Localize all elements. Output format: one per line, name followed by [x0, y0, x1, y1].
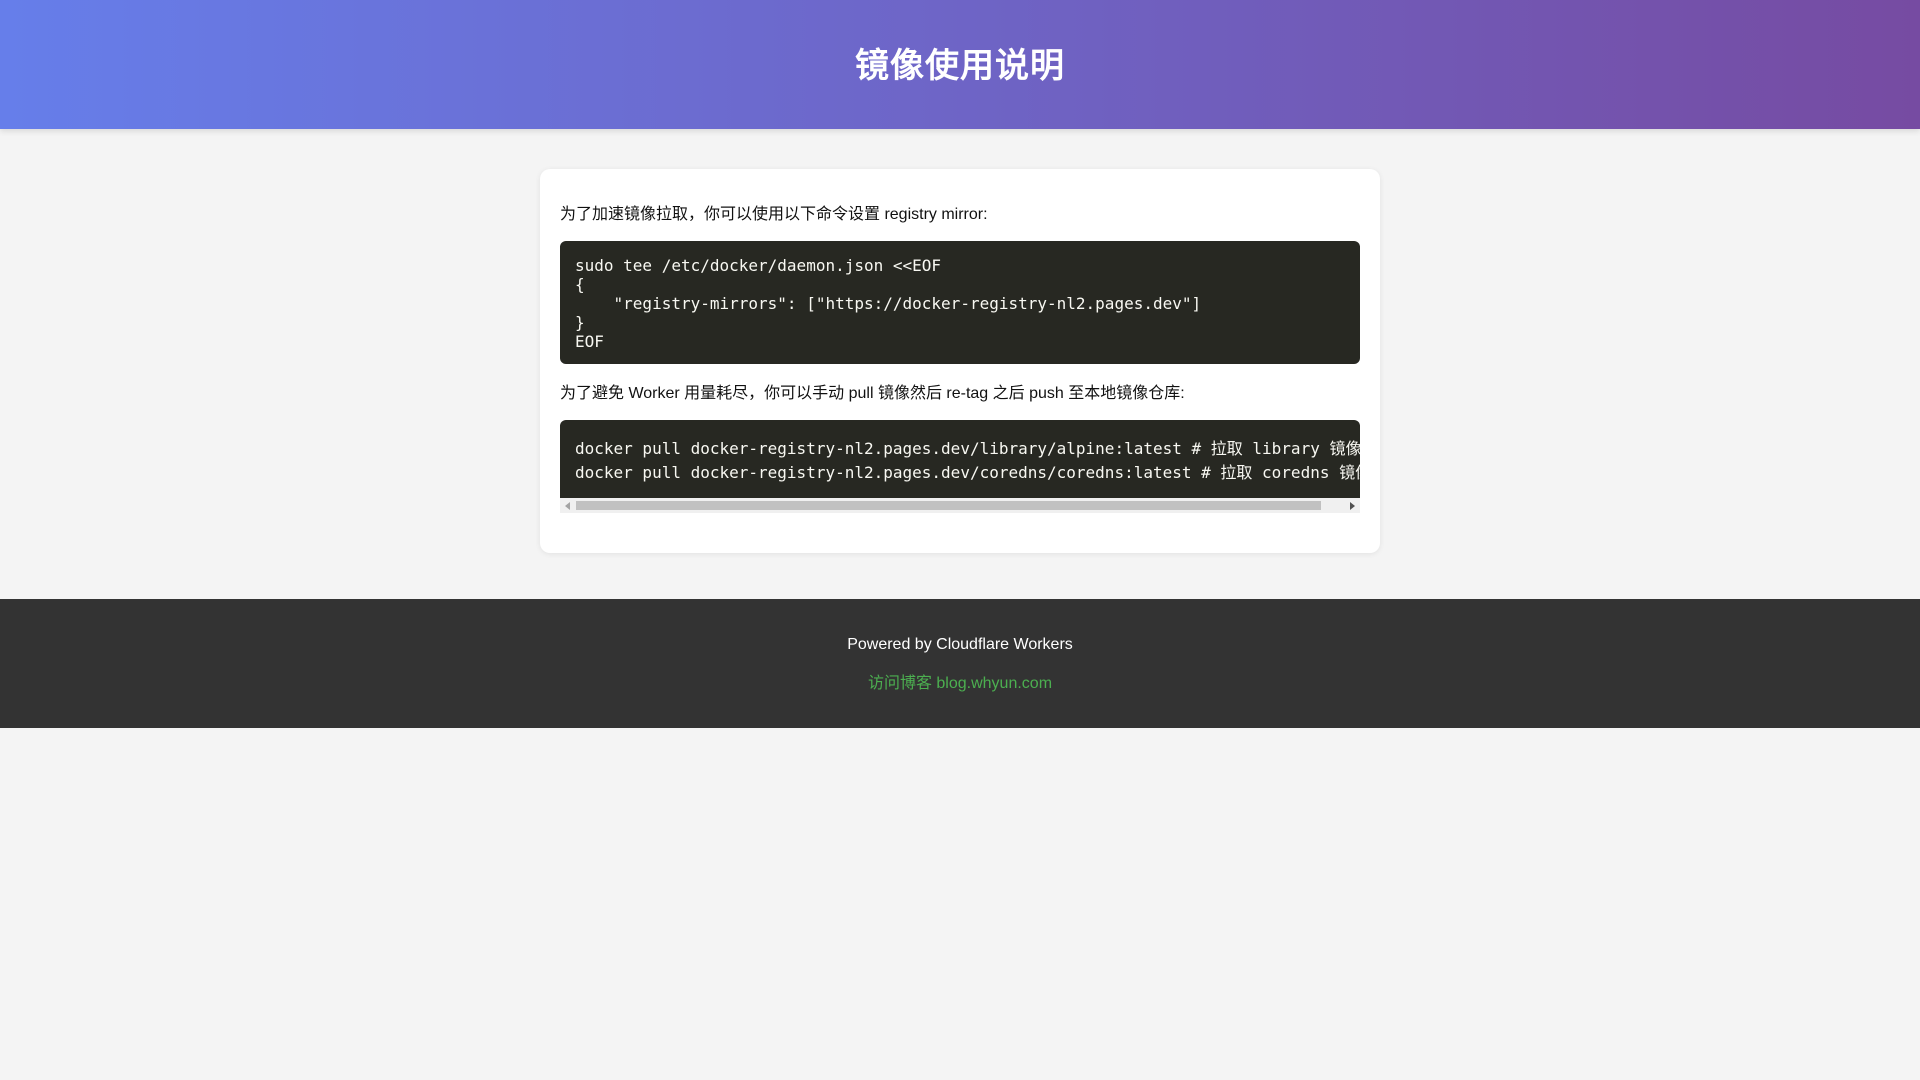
- instructions-card: 为了加速镜像拉取，你可以使用以下命令设置 registry mirror: su…: [540, 169, 1380, 553]
- scroll-right-arrow-icon[interactable]: [1345, 498, 1360, 513]
- page-title: 镜像使用说明: [855, 46, 1065, 86]
- docker-pull-code-block[interactable]: docker pull docker-registry-nl2.pages.de…: [560, 420, 1360, 498]
- page-header: 镜像使用说明: [0, 0, 1920, 129]
- worker-usage-text: 为了避免 Worker 用量耗尽，你可以手动 pull 镜像然后 re-tag …: [560, 385, 1185, 402]
- mirror-intro-text: 为了加速镜像拉取，你可以使用以下命令设置 registry mirror:: [560, 206, 988, 223]
- scrollbar-thumb[interactable]: [576, 501, 1321, 510]
- main-content: 为了加速镜像拉取，你可以使用以下命令设置 registry mirror: su…: [0, 129, 1920, 599]
- daemon-config-code-block[interactable]: sudo tee /etc/docker/daemon.json <<EOF {…: [560, 241, 1360, 364]
- docker-pull-code-container: docker pull docker-registry-nl2.pages.de…: [560, 420, 1360, 513]
- blog-link[interactable]: 访问博客 blog.whyun.com: [868, 674, 1052, 694]
- scroll-left-arrow-icon[interactable]: [560, 498, 575, 513]
- code-horizontal-scrollbar[interactable]: [560, 498, 1360, 513]
- powered-by-text: Powered by Cloudflare Workers: [847, 636, 1073, 653]
- page-footer: Powered by Cloudflare Workers 访问博客 blog.…: [0, 599, 1920, 728]
